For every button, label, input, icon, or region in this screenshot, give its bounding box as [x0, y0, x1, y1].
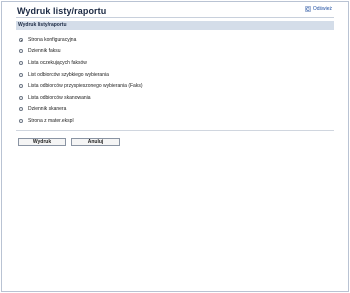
report-option[interactable]: Lista odbiorców przyspieszonego wybieran…	[19, 80, 143, 92]
page-title: Wydruk listy/raportu	[17, 6, 107, 16]
report-option[interactable]: Strona konfiguracyjna	[19, 34, 143, 46]
cancel-button[interactable]: Anuluj	[71, 138, 120, 146]
radio-button[interactable]	[19, 72, 23, 77]
radio-button[interactable]	[19, 60, 23, 65]
report-option[interactable]: Dziennik faksu	[19, 46, 143, 58]
report-option-label: Lista odbiorców przyspieszonego wybieran…	[28, 83, 143, 90]
radio-button[interactable]	[19, 84, 23, 89]
buttons-divider	[16, 130, 334, 131]
report-option[interactable]: Lista oczekujących faksów	[19, 57, 143, 69]
report-option-label: Lista odbiorców skanowania	[28, 94, 91, 101]
page-frame: Wydruk listy/raportu Odśwież Wydruk list…	[1, 1, 349, 292]
radio-button[interactable]	[19, 118, 23, 123]
refresh-link[interactable]: Odśwież	[304, 6, 332, 12]
section-header: Wydruk listy/raportu	[16, 21, 334, 30]
report-option[interactable]: Dziennik skanera	[19, 104, 143, 116]
report-option[interactable]: Strona z mater.ekspl	[19, 115, 143, 127]
report-option-label: Dziennik skanera	[28, 106, 67, 113]
radio-button[interactable]	[19, 107, 23, 112]
radio-button[interactable]	[19, 49, 23, 54]
report-option-label: Strona konfiguracyjna	[28, 36, 77, 43]
report-option[interactable]: Lista odbiorców skanowania	[19, 92, 143, 104]
report-option-label: Lista oczekujących faksów	[28, 59, 87, 66]
print-button[interactable]: Wydruk	[18, 138, 66, 146]
report-option-label: List odbiorców szybkiego wybierania	[28, 71, 109, 78]
refresh-icon	[304, 6, 311, 12]
radio-button[interactable]	[19, 37, 23, 42]
title-divider	[16, 17, 334, 18]
report-option-label: Strona z mater.ekspl	[28, 117, 74, 124]
report-option-label: Dziennik faksu	[28, 48, 61, 55]
radio-button[interactable]	[19, 95, 23, 100]
report-options-list: Strona konfiguracyjna Dziennik faksu Lis…	[19, 34, 143, 127]
refresh-label: Odśwież	[312, 6, 332, 12]
report-option[interactable]: List odbiorców szybkiego wybierania	[19, 69, 143, 81]
